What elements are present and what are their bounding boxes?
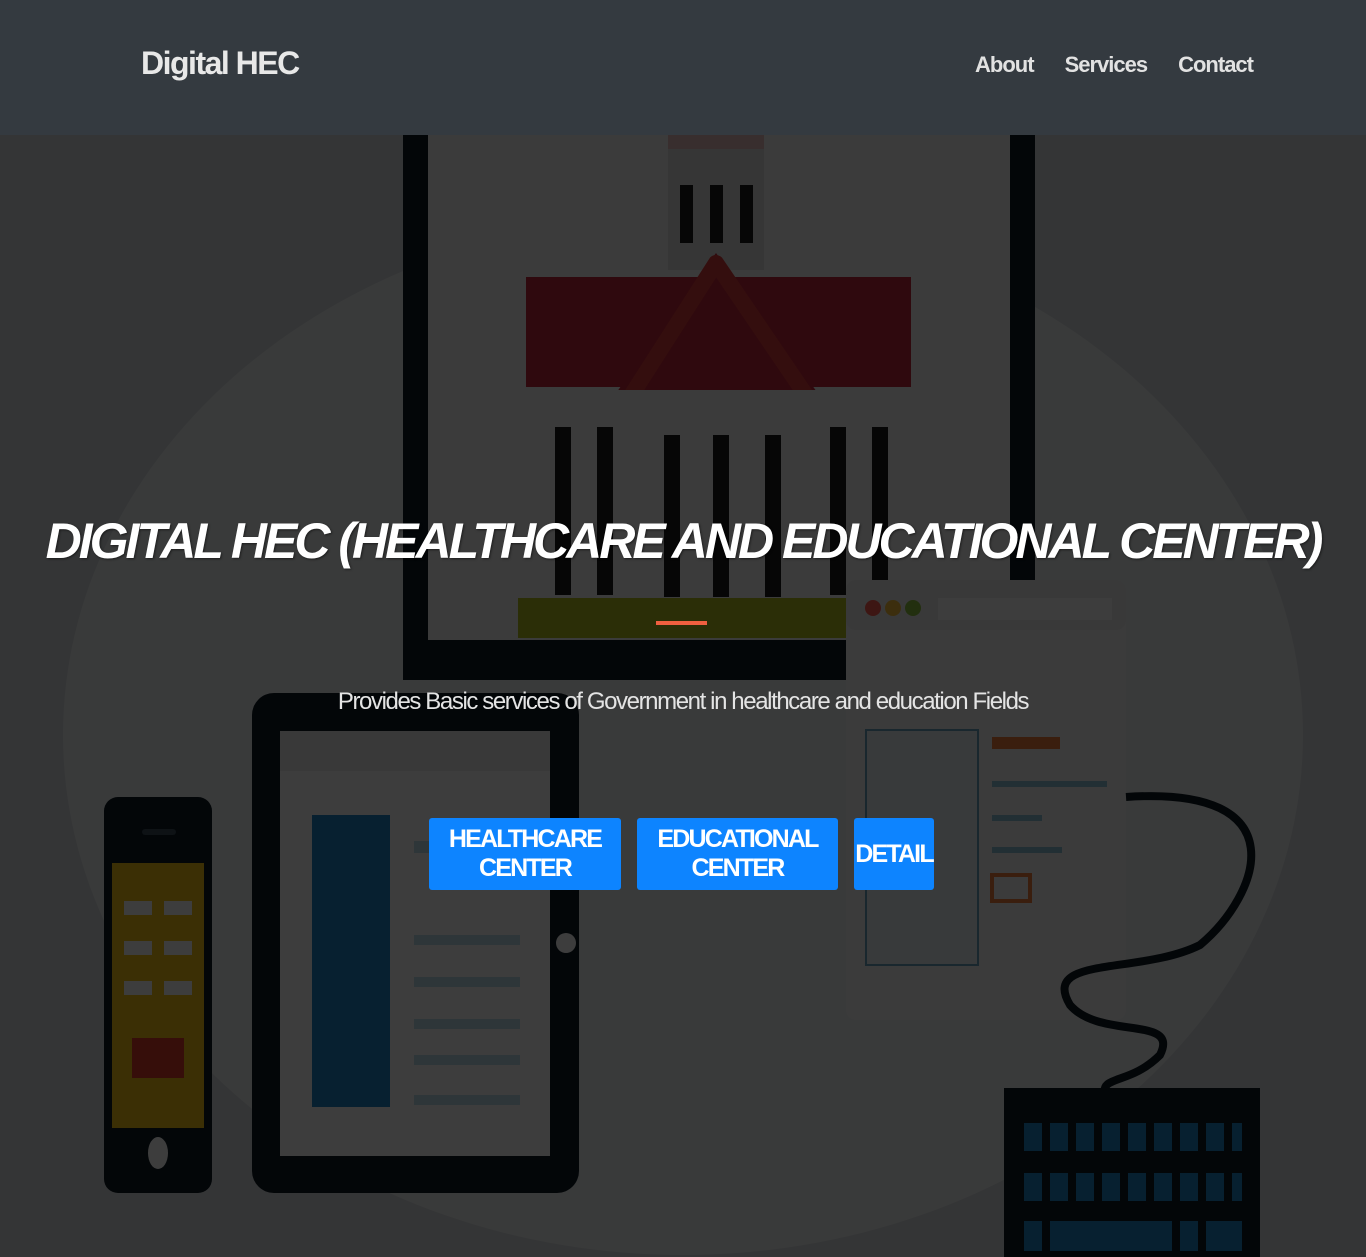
hero-content: Digital HEC (Healthcare and Educational … [0,135,1366,1257]
brand-logo[interactable]: Digital HEC [141,45,300,82]
hero-section: Digital HEC (Healthcare and Educational … [0,135,1366,1257]
title-divider [656,621,707,625]
hero-title: Digital HEC (Healthcare and Educational … [45,513,1324,569]
nav-link-services[interactable]: Services [1065,52,1149,78]
nav-link-contact[interactable]: Contact [1178,52,1254,78]
top-navbar: Digital HEC About Services Contact [0,0,1366,135]
nav-links: About Services Contact [975,52,1254,78]
educational-center-button[interactable]: Educational Center [637,818,838,890]
detail-button[interactable]: Detail [854,818,935,890]
hero-subtitle: Provides Basic services of Government in… [337,688,1030,715]
healthcare-center-button[interactable]: Healthcare Center [429,818,621,890]
nav-link-about[interactable]: About [975,52,1035,78]
